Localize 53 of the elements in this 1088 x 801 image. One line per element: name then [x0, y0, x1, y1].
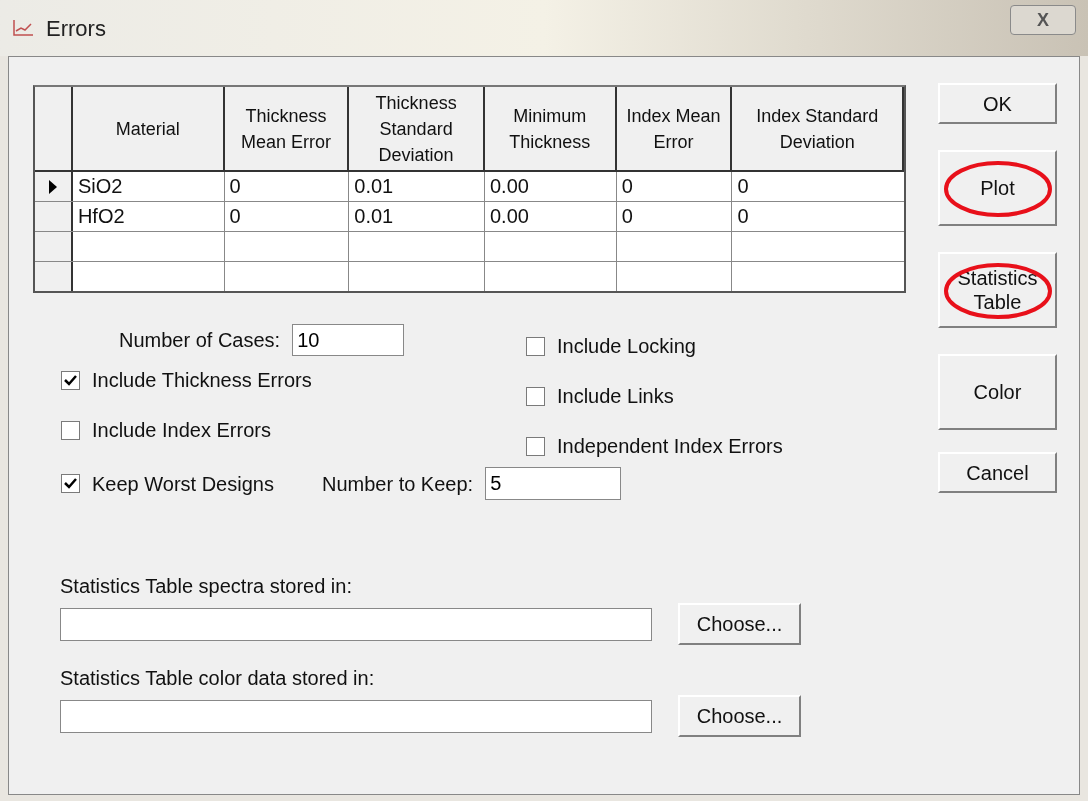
checkbox[interactable] — [61, 474, 80, 493]
column-header[interactable]: Minimum Thickness — [484, 87, 617, 170]
row-pointer-icon — [47, 178, 58, 195]
column-header[interactable]: Thickness Standard Deviation — [349, 87, 485, 170]
table-cell: 0 — [616, 202, 733, 231]
field-label: Number of Cases: — [119, 328, 281, 353]
table-cell-text: 0 — [736, 204, 750, 229]
choose-button[interactable]: Choose... — [678, 695, 801, 737]
checkbox[interactable] — [526, 386, 545, 406]
dialog-button[interactable]: Cancel — [938, 452, 1057, 493]
table-cell: 0 — [616, 172, 733, 201]
table-cell: 0.00 — [484, 172, 617, 201]
checkbox-label: Independent Index Errors — [557, 434, 783, 459]
checkbox-label: Include Locking — [557, 334, 696, 359]
choose-button[interactable]: Choose... — [678, 603, 801, 645]
field-label: Number to Keep: — [321, 471, 474, 497]
column-header[interactable]: Index Mean Error — [616, 87, 733, 170]
checkbox-label: Include Index Errors — [92, 418, 271, 443]
input-field[interactable]: 10 — [292, 324, 405, 356]
row-header[interactable] — [35, 202, 73, 231]
column-header[interactable]: Material — [72, 87, 225, 170]
checkbox-label: Include Thickness Errors — [92, 368, 312, 393]
input-field[interactable] — [60, 699, 652, 733]
column-header[interactable]: Index Standard Deviation — [732, 87, 904, 170]
checkbox-label: Include Links — [557, 384, 674, 409]
close-button[interactable]: X — [1010, 5, 1076, 35]
check-icon — [64, 374, 77, 386]
table-cell: 0.01 — [349, 172, 485, 201]
table-cell: 0.01 — [349, 202, 485, 231]
row-header[interactable] — [35, 262, 73, 291]
field-label: Statistics Table color data stored in: — [60, 666, 376, 691]
table-cell: SiO2 — [72, 172, 225, 201]
table-cell: 0 — [224, 172, 350, 201]
column-header[interactable]: Thickness Mean Error — [224, 87, 350, 170]
input-field[interactable] — [60, 607, 652, 641]
checkbox[interactable] — [526, 336, 545, 356]
checkbox[interactable] — [61, 370, 80, 390]
row-header[interactable] — [35, 232, 73, 261]
input-field[interactable]: 5 — [485, 467, 622, 500]
checkbox[interactable] — [61, 420, 80, 440]
checkbox-label: Keep Worst Designs — [92, 471, 274, 497]
table-cell: 0 — [224, 202, 350, 231]
checkbox[interactable] — [526, 436, 545, 456]
field-label: Statistics Table spectra stored in: — [60, 574, 353, 599]
chart-icon — [12, 19, 34, 37]
row-header[interactable] — [35, 172, 73, 201]
window-title: Errors — [46, 14, 106, 43]
dialog-button[interactable]: OK — [938, 83, 1057, 124]
table-cell: 0.00 — [484, 202, 617, 231]
table-cell-text: 0 — [736, 174, 750, 199]
check-icon — [64, 478, 77, 489]
table-cell: HfO2 — [72, 202, 225, 231]
dialog-button[interactable]: Color — [938, 354, 1057, 430]
